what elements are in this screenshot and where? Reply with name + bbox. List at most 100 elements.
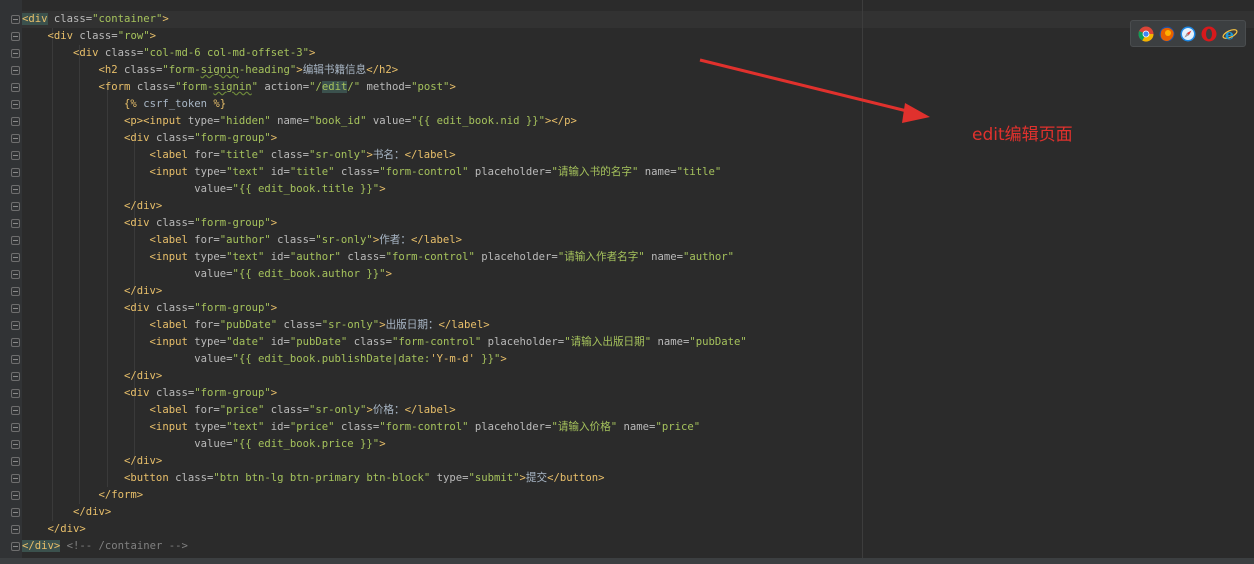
code-token: > (379, 183, 386, 195)
code-token: signin (200, 64, 239, 76)
code-token: type= (187, 421, 227, 433)
code-token: ></p> (545, 115, 577, 127)
code-line[interactable]: <label for="price" class="sr-only">价格：</… (22, 402, 456, 419)
fold-toggle-icon[interactable] (11, 202, 20, 211)
fold-toggle-icon[interactable] (11, 168, 20, 177)
fold-toggle-icon[interactable] (11, 508, 20, 517)
code-token: <label (22, 234, 188, 246)
code-token: name= (617, 421, 656, 433)
fold-toggle-icon[interactable] (11, 389, 20, 398)
fold-toggle-icon[interactable] (11, 321, 20, 330)
code-line[interactable]: </div> (22, 521, 86, 538)
code-line[interactable]: </form> (22, 487, 144, 504)
fold-toggle-icon[interactable] (11, 270, 20, 279)
code-line[interactable]: <form class="form-signin" action="/edit/… (22, 79, 456, 96)
fold-toggle-icon[interactable] (11, 66, 20, 75)
opera-icon[interactable] (1201, 26, 1217, 42)
fold-toggle-icon[interactable] (11, 457, 20, 466)
code-token: </label> (404, 149, 456, 161)
fold-toggle-icon[interactable] (11, 355, 20, 364)
code-token: </label> (438, 319, 490, 331)
fold-toggle-icon[interactable] (11, 338, 20, 347)
fold-toggle-icon[interactable] (11, 83, 20, 92)
fold-toggle-icon[interactable] (11, 423, 20, 432)
code-token: {% (22, 98, 144, 110)
fold-toggle-icon[interactable] (11, 440, 20, 449)
code-line[interactable]: <p><input type="hidden" name="book_id" v… (22, 113, 577, 130)
code-token: "{{ edit_book.publishDate|date: (232, 353, 431, 365)
fold-toggle-icon[interactable] (11, 117, 20, 126)
fold-toggle-icon[interactable] (11, 287, 20, 296)
chrome-icon[interactable] (1138, 26, 1154, 42)
fold-toggle-icon[interactable] (11, 15, 20, 24)
fold-toggle-icon[interactable] (11, 236, 20, 245)
code-line[interactable]: <label for="pubDate" class="sr-only">出版日… (22, 317, 490, 334)
fold-toggle-icon[interactable] (11, 49, 20, 58)
fold-toggle-icon[interactable] (11, 474, 20, 483)
code-token: value= (22, 353, 233, 365)
code-line[interactable]: value="{{ edit_book.author }}"> (22, 266, 392, 283)
code-line[interactable]: </div> <!-- /container --> (22, 538, 188, 555)
code-token: class= (47, 13, 93, 25)
firefox-icon[interactable] (1159, 26, 1175, 42)
code-token: <div (22, 132, 150, 144)
code-token: class= (340, 251, 386, 263)
code-line[interactable]: <div class="form-group"> (22, 300, 277, 317)
code-line[interactable]: </div> (22, 504, 111, 521)
code-line[interactable]: <button class="btn btn-lg btn-primary bt… (22, 470, 604, 487)
fold-toggle-icon[interactable] (11, 253, 20, 262)
code-line[interactable]: <div class="container"> (22, 11, 169, 28)
code-token: "text" (226, 421, 265, 433)
code-line[interactable]: <div class="row"> (22, 28, 156, 45)
code-line[interactable]: <h2 class="form-signin-heading">编辑书籍信息</… (22, 62, 399, 79)
code-token: "{{ edit_book.title }}" (232, 183, 380, 195)
code-line[interactable]: <div class="form-group"> (22, 215, 277, 232)
fold-toggle-icon[interactable] (11, 542, 20, 551)
fold-toggle-icon[interactable] (11, 491, 20, 500)
code-line[interactable]: </div> (22, 283, 162, 300)
code-token: "form- (162, 64, 201, 76)
code-token: <label (22, 319, 188, 331)
code-token: </div> (22, 455, 163, 467)
fold-toggle-icon[interactable] (11, 185, 20, 194)
code-token: <label (22, 404, 188, 416)
code-line[interactable]: </div> (22, 368, 162, 385)
fold-toggle-icon[interactable] (11, 134, 20, 143)
code-line[interactable]: {% csrf_token %} (22, 96, 226, 113)
code-token: class= (277, 319, 322, 331)
code-token: %} (206, 98, 227, 110)
code-line[interactable]: <div class="form-group"> (22, 385, 277, 402)
fold-toggle-icon[interactable] (11, 304, 20, 313)
code-line[interactable]: </div> (22, 198, 162, 215)
code-token: <p><input (22, 115, 182, 127)
code-token: 提交 (525, 472, 548, 484)
safari-icon[interactable] (1180, 26, 1196, 42)
code-line[interactable]: <label for="title" class="sr-only">书名：</… (22, 147, 456, 164)
code-line[interactable]: <div class="form-group"> (22, 130, 277, 147)
fold-toggle-icon[interactable] (11, 372, 20, 381)
ie-icon[interactable]: e (1222, 26, 1238, 42)
fold-toggle-icon[interactable] (11, 32, 20, 41)
code-token: </div> (22, 200, 163, 212)
code-token: "price" (289, 421, 335, 433)
fold-toggle-icon[interactable] (11, 406, 20, 415)
code-line[interactable]: value="{{ edit_book.publishDate|date:'Y-… (22, 351, 507, 368)
code-line[interactable]: <input type="text" id="price" class="for… (22, 419, 701, 436)
code-line[interactable]: <label for="author" class="sr-only">作者：<… (22, 232, 462, 249)
code-line[interactable]: <div class="col-md-6 col-md-offset-3"> (22, 45, 315, 62)
code-line[interactable]: value="{{ edit_book.title }}"> (22, 181, 386, 198)
fold-toggle-icon[interactable] (11, 151, 20, 160)
code-token: > (449, 81, 456, 93)
code-line[interactable]: <input type="text" id="title" class="for… (22, 164, 722, 181)
code-line[interactable]: value="{{ edit_book.price }}"> (22, 436, 385, 453)
code-token: </div> (22, 506, 112, 518)
code-token: value= (22, 438, 233, 450)
fold-toggle-icon[interactable] (11, 100, 20, 109)
code-token: class= (117, 64, 163, 76)
code-line[interactable]: <input type="text" id="author" class="fo… (22, 249, 735, 266)
fold-toggle-icon[interactable] (11, 219, 20, 228)
code-token: placeholder= (468, 166, 552, 178)
code-line[interactable]: <input type="date" id="pubDate" class="f… (22, 334, 747, 351)
code-line[interactable]: </div> (22, 453, 162, 470)
fold-toggle-icon[interactable] (11, 525, 20, 534)
